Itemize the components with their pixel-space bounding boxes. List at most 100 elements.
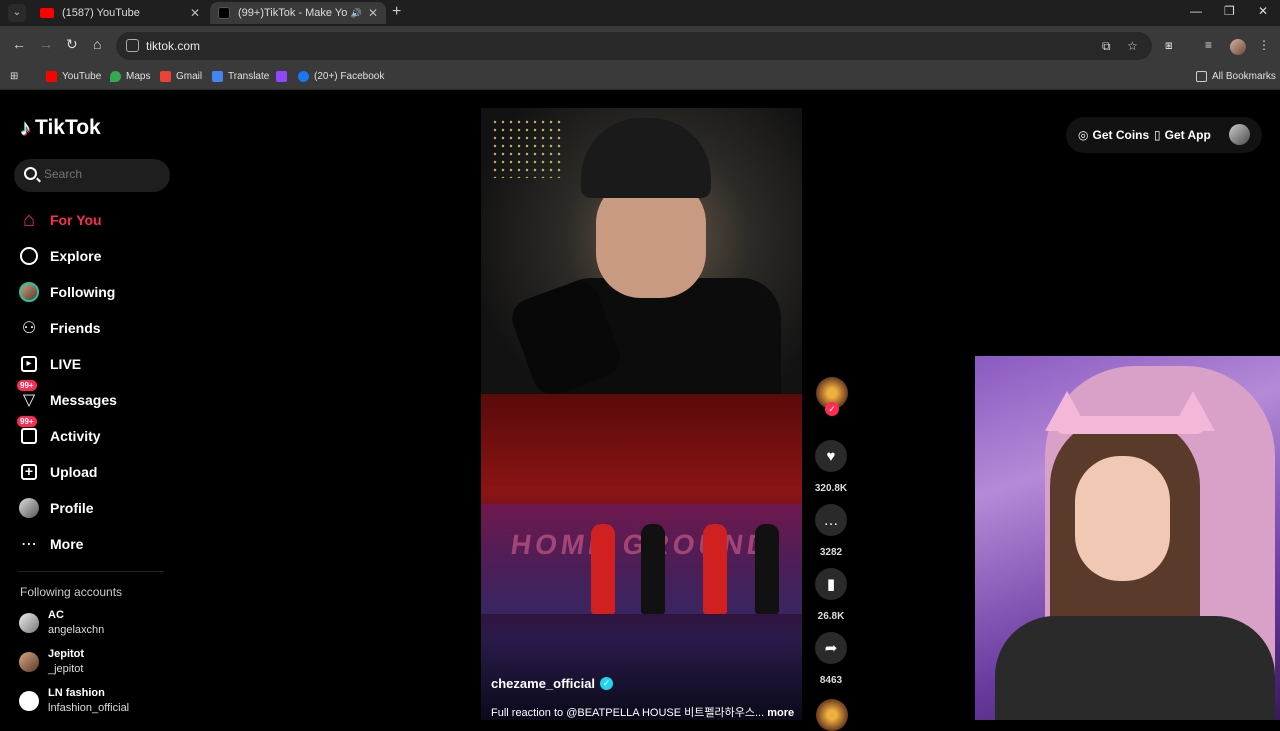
nav-explore[interactable]: Explore: [18, 241, 168, 271]
following-account[interactable]: AC angelaxchn: [18, 609, 178, 639]
username-text: chezame_official: [491, 676, 596, 691]
nav-upload[interactable]: + Upload: [18, 457, 168, 487]
face: [1075, 456, 1170, 581]
tab-search-chevron-icon[interactable]: ⌄: [8, 4, 26, 22]
apps-grid-icon[interactable]: ⊞: [10, 71, 18, 82]
tab-tiktok[interactable]: (99+)TikTok - Make Your Da 🔊 ✕: [210, 2, 386, 24]
tiktok-favicon-icon: [218, 7, 230, 19]
get-app-label: Get App: [1164, 128, 1211, 142]
site-info-icon[interactable]: [126, 39, 139, 52]
nav-for-you[interactable]: ⌂ For You: [18, 205, 168, 235]
tab-close-icon[interactable]: ✕: [190, 6, 200, 20]
like-button[interactable]: ♥: [815, 440, 847, 472]
speaker-icon[interactable]: 🔊: [351, 8, 362, 19]
tiktok-logo[interactable]: ♪ TikTok: [20, 115, 101, 141]
maximize-icon[interactable]: ❐: [1224, 4, 1235, 18]
url-text: tiktok.com: [146, 39, 201, 53]
tab-youtube[interactable]: (1587) YouTube ✕: [32, 2, 208, 24]
maps-icon: [110, 71, 121, 82]
save-button[interactable]: ▮: [815, 568, 847, 600]
bookmark-star-icon[interactable]: ☆: [1127, 39, 1138, 53]
profile-icon: [18, 497, 40, 519]
messages-icon: ▽ 99+: [17, 380, 40, 411]
following-avatar-icon: [18, 281, 40, 303]
bookmark-label: (20+) Facebook: [314, 71, 385, 82]
share-count: 8463: [819, 675, 843, 686]
media-control-icon[interactable]: ≡: [1205, 38, 1212, 52]
address-bar[interactable]: tiktok.com ⧉ ☆: [116, 32, 1152, 60]
bookmark-label: Translate: [228, 71, 270, 82]
browser-toolbar: ← → ↻ ⌂ tiktok.com ⧉ ☆ ⧆ ≡ ⋮: [0, 26, 1280, 66]
folder-icon: [1196, 71, 1207, 82]
verified-badge-icon: ✓: [600, 677, 614, 690]
bookmark-gmail[interactable]: Gmail: [160, 71, 202, 82]
messages-badge: 99+: [17, 380, 37, 391]
nav-label: Upload: [50, 464, 98, 480]
performance-video-frame: HOME GROUND: [481, 394, 802, 720]
search-input[interactable]: [44, 167, 164, 181]
following-account[interactable]: LN fashion lnfashion_official: [18, 687, 178, 717]
bookmark-facebook[interactable]: (20+) Facebook: [298, 71, 384, 82]
all-bookmarks[interactable]: All Bookmarks: [1196, 71, 1276, 82]
music-disc-icon[interactable]: [816, 699, 848, 731]
user-avatar[interactable]: [1229, 124, 1250, 145]
bookmark-maps[interactable]: Maps: [110, 71, 150, 82]
upload-icon: +: [18, 461, 40, 483]
browser-profile-avatar[interactable]: [1230, 39, 1246, 55]
bookmark-youtube[interactable]: YouTube: [46, 71, 101, 82]
youtube-icon: [46, 71, 57, 82]
nav-profile[interactable]: Profile: [18, 493, 168, 523]
comment-icon: …: [823, 511, 839, 529]
nav-messages[interactable]: ▽ 99+ Messages: [17, 380, 168, 415]
nav-label: Following: [50, 284, 116, 300]
comment-count: 3282: [819, 547, 843, 558]
phone-icon: ▯: [1154, 128, 1161, 142]
get-coins-button[interactable]: ◎ Get Coins: [1078, 120, 1149, 150]
coin-icon: ◎: [1078, 128, 1089, 142]
back-icon[interactable]: ←: [12, 36, 26, 52]
video-player[interactable]: HOME GROUND chezame_official ✓ Full reac…: [481, 108, 802, 720]
bookmark-twitch[interactable]: [276, 71, 292, 82]
window-close-icon[interactable]: ✕: [1258, 4, 1268, 18]
all-bookmarks-label: All Bookmarks: [1212, 71, 1276, 82]
home-icon: ⌂: [22, 208, 36, 231]
extensions-icon[interactable]: ⧆: [1165, 38, 1173, 53]
following-account[interactable]: Jepitot _jepitot: [18, 648, 178, 678]
forward-icon[interactable]: →: [39, 36, 53, 52]
caption-more-link[interactable]: more: [767, 707, 794, 719]
translate-icon: [212, 71, 223, 82]
share-button[interactable]: ➦: [815, 632, 847, 664]
video-caption: Full reaction to @BEATPELLA HOUSE 비트펠라하우…: [491, 704, 796, 720]
activity-badge: 99+: [17, 416, 37, 427]
nav-following[interactable]: Following: [18, 277, 168, 307]
tab-close-icon[interactable]: ✕: [368, 6, 378, 20]
nav-friends[interactable]: ⚇ Friends: [18, 313, 168, 343]
get-app-button[interactable]: ▯ Get App: [1154, 120, 1211, 150]
minimize-icon[interactable]: —: [1190, 4, 1202, 18]
follow-plus-icon[interactable]: ✓: [825, 402, 839, 416]
live-icon: ▸: [18, 353, 40, 375]
nav-activity[interactable]: 99+ Activity: [17, 416, 168, 451]
avatar: [19, 691, 39, 711]
video-username[interactable]: chezame_official ✓: [491, 676, 614, 691]
bookmark-translate[interactable]: Translate: [212, 71, 269, 82]
account-handle: angelaxchn: [48, 624, 105, 636]
string-lights: [491, 118, 561, 178]
home-icon[interactable]: ⌂: [93, 36, 101, 52]
creator-avatar[interactable]: ✓: [816, 377, 848, 416]
comment-button[interactable]: …: [815, 504, 847, 536]
nav-label: For You: [50, 212, 102, 228]
nav-more[interactable]: ⋯ More: [18, 529, 168, 559]
search-box[interactable]: [14, 159, 170, 192]
performer: [591, 524, 615, 614]
menu-kebab-icon[interactable]: ⋮: [1258, 38, 1270, 52]
install-app-icon[interactable]: ⧉: [1102, 39, 1111, 54]
nav-live[interactable]: ▸ LIVE: [18, 349, 168, 379]
following-accounts-title: Following accounts: [20, 585, 123, 599]
reload-icon[interactable]: ↻: [66, 36, 78, 53]
youtube-favicon-icon: [40, 8, 54, 18]
save-count: 26.8K: [817, 611, 845, 622]
share-arrow-icon: ➦: [824, 640, 838, 657]
avatar: [19, 652, 39, 672]
new-tab-icon[interactable]: +: [392, 3, 401, 21]
